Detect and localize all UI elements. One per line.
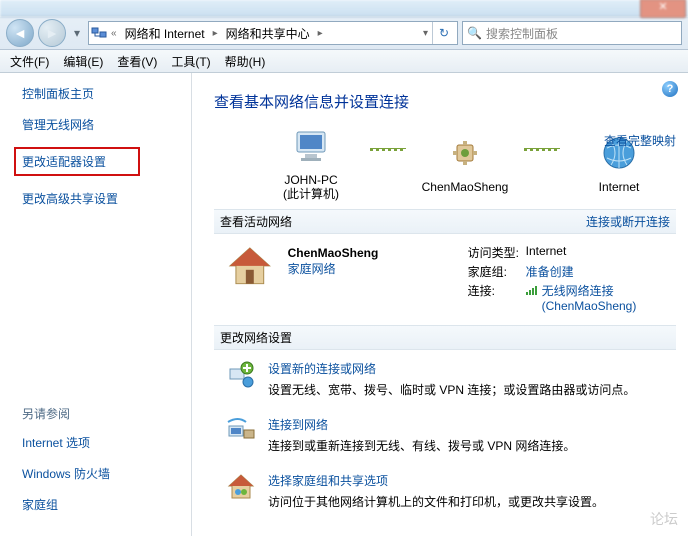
- setup-connection-icon: [226, 360, 256, 390]
- kv-val-access: Internet: [526, 244, 567, 261]
- sidebar-see-also-heading: 另请参阅: [22, 405, 191, 422]
- breadcrumb-chevron-icon: «: [109, 28, 119, 39]
- menu-view[interactable]: 查看(V): [111, 51, 163, 72]
- nav-history-dropdown[interactable]: ▾: [70, 23, 84, 43]
- path-dropdown-icon[interactable]: ▾: [421, 28, 430, 39]
- section-change-settings: 更改网络设置: [214, 325, 676, 350]
- section-active-networks: 查看活动网络 连接或断开连接: [214, 209, 676, 234]
- task-title: 连接到网络: [268, 416, 575, 433]
- breadcrumb-item[interactable]: 网络和 Internet: [121, 23, 209, 44]
- breadcrumb-chevron-icon: ▸: [316, 28, 325, 39]
- active-network-name: ChenMaoSheng: [288, 246, 468, 260]
- menu-edit[interactable]: 编辑(E): [57, 51, 109, 72]
- router-icon: [445, 133, 485, 176]
- breadcrumb-chevron-icon: ▸: [211, 28, 220, 39]
- connect-network-icon: [226, 416, 256, 446]
- task-desc: 设置无线、宽带、拨号、临时或 VPN 连接；或设置路由器或访问点。: [268, 381, 635, 398]
- menu-bar: 文件(F) 编辑(E) 查看(V) 工具(T) 帮助(H): [0, 50, 688, 73]
- connect-disconnect-link[interactable]: 连接或断开连接: [586, 213, 670, 230]
- search-input[interactable]: 🔍 搜索控制面板: [462, 21, 682, 45]
- help-icon[interactable]: ?: [662, 81, 678, 97]
- home-network-icon: [226, 244, 274, 288]
- menu-tools[interactable]: 工具(T): [165, 51, 216, 72]
- kv-key-connection: 连接:: [468, 282, 526, 313]
- map-link-icon: [524, 148, 560, 151]
- breadcrumb-item[interactable]: 网络和共享中心: [222, 23, 314, 44]
- computer-icon: [291, 126, 331, 169]
- homegroup-create-link[interactable]: 准备创建: [526, 265, 574, 279]
- task-homegroup-sharing[interactable]: 选择家庭组和共享选项 访问位于其他网络计算机上的文件和打印机，或更改共享设置。: [226, 472, 676, 510]
- network-category-icon: [91, 25, 107, 41]
- task-title: 选择家庭组和共享选项: [268, 472, 604, 489]
- sidebar-link-home[interactable]: 控制面板主页: [22, 85, 191, 102]
- sidebar: 控制面板主页 管理无线网络 更改适配器设置 更改高级共享设置 另请参阅 Inte…: [0, 73, 192, 536]
- homegroup-icon: [226, 472, 256, 502]
- map-node-label: ChenMaoSheng: [422, 180, 509, 194]
- task-title: 设置新的连接或网络: [268, 360, 635, 377]
- connection-link[interactable]: 无线网络连接: [542, 284, 614, 298]
- sidebar-link-windows-firewall[interactable]: Windows 防火墙: [22, 465, 191, 482]
- menu-help[interactable]: 帮助(H): [219, 51, 272, 72]
- nav-forward-button[interactable]: ►: [38, 19, 66, 47]
- window-titlebar: ✕: [0, 0, 688, 17]
- kv-key-homegroup: 家庭组:: [468, 263, 526, 280]
- task-desc: 访问位于其他网络计算机上的文件和打印机，或更改共享设置。: [268, 493, 604, 510]
- search-icon: 🔍: [467, 26, 482, 40]
- active-network-box: ChenMaoSheng 家庭网络 访问类型:Internet 家庭组:准备创建…: [226, 244, 676, 315]
- refresh-icon: ↻: [439, 26, 449, 40]
- chevron-down-icon: ▾: [74, 26, 80, 40]
- sidebar-link-adapter-settings[interactable]: 更改适配器设置: [14, 147, 140, 176]
- sidebar-link-wireless[interactable]: 管理无线网络: [22, 116, 191, 133]
- content-pane: ? 查看基本网络信息并设置连接 查看完整映射 JOHN-PC(此计算机) Che…: [192, 73, 688, 536]
- map-node-label: JOHN-PC: [284, 173, 337, 187]
- map-node-router[interactable]: ChenMaoSheng: [410, 133, 520, 194]
- sidebar-link-advanced-sharing[interactable]: 更改高级共享设置: [22, 190, 191, 207]
- task-desc: 连接到或重新连接到无线、有线、拨号或 VPN 网络连接。: [268, 437, 575, 454]
- task-connect-network[interactable]: 连接到网络 连接到或重新连接到无线、有线、拨号或 VPN 网络连接。: [226, 416, 676, 454]
- map-link-icon: [370, 148, 406, 151]
- watermark: 论坛: [650, 509, 678, 529]
- wifi-signal-icon: [526, 285, 538, 295]
- menu-file[interactable]: 文件(F): [4, 51, 55, 72]
- map-node-this-pc[interactable]: JOHN-PC(此计算机): [256, 126, 366, 201]
- kv-key-access: 访问类型:: [468, 244, 526, 261]
- task-setup-connection[interactable]: 设置新的连接或网络 设置无线、宽带、拨号、临时或 VPN 连接；或设置路由器或访…: [226, 360, 676, 398]
- arrow-right-icon: ►: [45, 25, 59, 41]
- search-placeholder: 搜索控制面板: [486, 25, 558, 42]
- connection-sub-link[interactable]: (ChenMaoSheng): [542, 299, 637, 313]
- section-label: 查看活动网络: [220, 213, 292, 230]
- arrow-left-icon: ◄: [13, 25, 27, 41]
- map-node-sublabel: (此计算机): [283, 187, 339, 201]
- window-close-button[interactable]: ✕: [640, 0, 686, 18]
- address-bar-row: ◄ ► ▾ « 网络和 Internet ▸ 网络和共享中心 ▸ ▾ ↻ 🔍 搜…: [0, 17, 688, 50]
- breadcrumb-bar[interactable]: « 网络和 Internet ▸ 网络和共享中心 ▸ ▾ ↻: [88, 21, 458, 45]
- active-network-type-link[interactable]: 家庭网络: [288, 262, 336, 276]
- nav-back-button[interactable]: ◄: [6, 19, 34, 47]
- view-full-map-link[interactable]: 查看完整映射: [604, 132, 676, 149]
- sidebar-link-internet-options[interactable]: Internet 选项: [22, 434, 191, 451]
- sidebar-link-homegroup[interactable]: 家庭组: [22, 496, 191, 513]
- refresh-button[interactable]: ↻: [432, 22, 455, 44]
- section-label: 更改网络设置: [220, 329, 292, 346]
- page-title: 查看基本网络信息并设置连接: [214, 91, 676, 112]
- map-node-label: Internet: [599, 180, 640, 194]
